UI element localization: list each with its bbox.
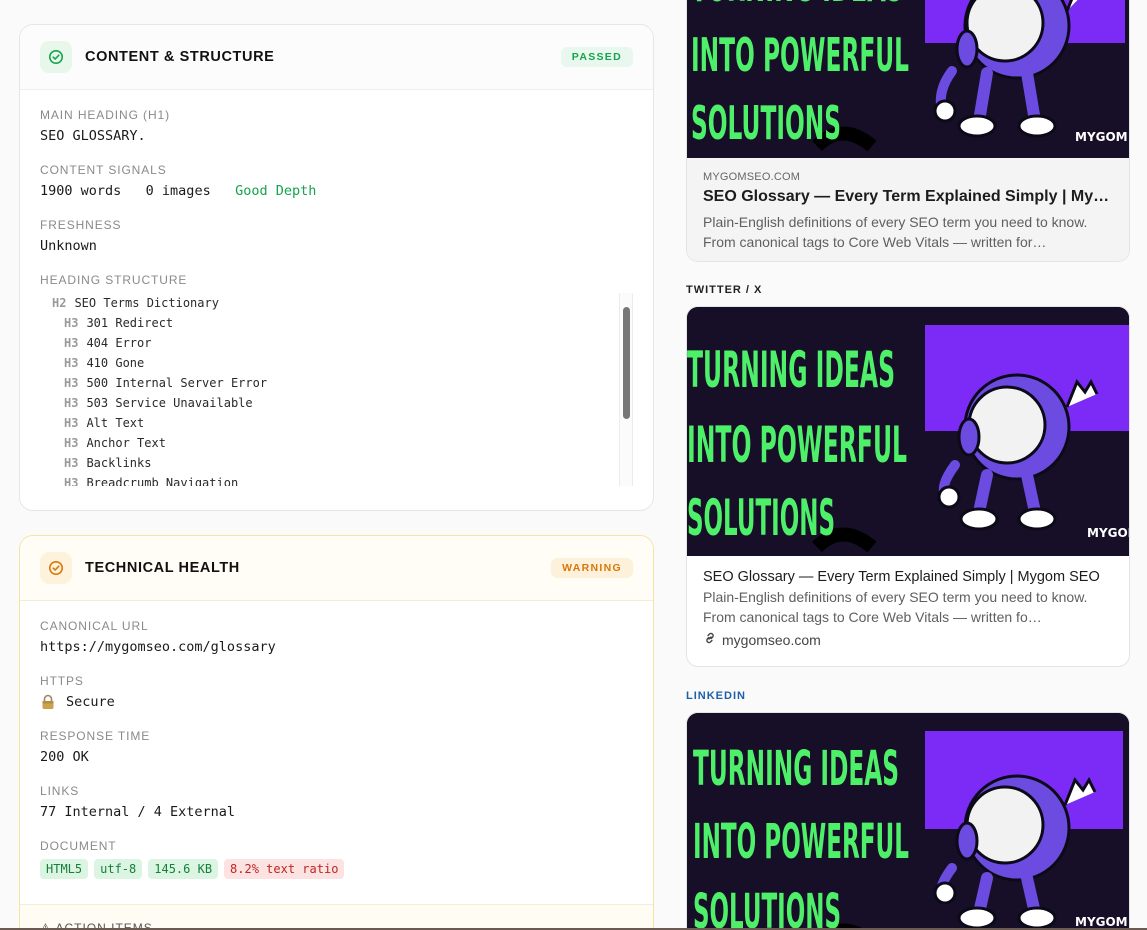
content-card-header[interactable]: CONTENT & STRUCTURE PASSED	[20, 25, 653, 90]
twitter-title: SEO Glossary — Every Term Explained Simp…	[703, 569, 1100, 585]
action-items-header[interactable]: ⚠ ACTION ITEMS	[20, 904, 653, 930]
heading-structure-list[interactable]: H2 SEO Terms Dictionary H3 301 Redirect H3…	[40, 293, 633, 486]
og-description: Plain-English definitions of every SEO t…	[703, 214, 1088, 250]
scrollbar-thumb[interactable]	[623, 307, 630, 419]
banner-illustration: TURNING IDEAS INTO POWERFUL SOLUTIONS MY…	[687, 713, 1129, 930]
heading-item: H3 301 Redirect	[64, 316, 174, 330]
twitter-section-label: TWITTER / X	[686, 284, 763, 296]
response-time-value: 200 OK	[40, 749, 89, 765]
linkedin-banner-image: TURNING IDEAS INTO POWERFUL SOLUTIONS MY…	[687, 713, 1129, 930]
links-label: LINKS	[40, 784, 80, 798]
og-banner-image: TURNING IDEAS INTO POWERFUL SOLUTIONS MY…	[687, 0, 1129, 158]
word-count: 1900 words	[40, 183, 122, 199]
svg-text:MYGOM: MYGOM	[1075, 130, 1128, 144]
svg-text:INTO POWERFUL: INTO POWERFUL	[687, 416, 907, 474]
svg-text:SOLUTIONS: SOLUTIONS	[693, 884, 841, 930]
heading-structure-label: HEADING STRUCTURE	[40, 273, 188, 287]
svg-text:TURNING IDEAS: TURNING IDEAS	[687, 341, 895, 399]
response-time-label: RESPONSE TIME	[40, 729, 151, 743]
heading-item: H3 503 Service Unavailable	[64, 396, 253, 410]
banner-illustration: TURNING IDEAS INTO POWERFUL SOLUTIONS MY…	[687, 307, 1129, 556]
og-domain: MYGOMSEO.COM	[703, 171, 801, 183]
heading-item: H3 Anchor Text	[64, 436, 166, 450]
twitter-banner-image: TURNING IDEAS INTO POWERFUL SOLUTIONS MY…	[687, 307, 1129, 556]
heading-item: H3 Alt Text	[64, 416, 145, 430]
freshness-label: FRESHNESS	[40, 218, 122, 232]
twitter-preview-card[interactable]: TURNING IDEAS INTO POWERFUL SOLUTIONS MY…	[686, 306, 1130, 667]
technical-card-title: TECHNICAL HEALTH	[85, 560, 240, 576]
content-signals-label: CONTENT SIGNALS	[40, 163, 167, 177]
https-label: HTTPS	[40, 674, 84, 688]
technical-health-card: TECHNICAL HEALTH WARNING CANONICAL URL h…	[19, 535, 654, 930]
doc-size-badge: 145.6 KB	[148, 859, 219, 879]
svg-text:SOLUTIONS: SOLUTIONS	[687, 489, 835, 547]
facebook-caption: MYGOMSEO.COM SEO Glossary — Every Term E…	[687, 158, 1129, 261]
svg-text:MYGOM: MYGOM	[1087, 526, 1129, 540]
content-card-title: CONTENT & STRUCTURE	[85, 49, 275, 65]
linkedin-preview-card[interactable]: TURNING IDEAS INTO POWERFUL SOLUTIONS MY…	[686, 712, 1130, 930]
facebook-preview-card[interactable]: TURNING IDEAS INTO POWERFUL SOLUTIONS MY…	[686, 0, 1130, 262]
image-count: 0 images	[145, 183, 211, 199]
technical-card-header[interactable]: TECHNICAL HEALTH WARNING	[20, 536, 653, 601]
svg-text:TURNING IDEAS: TURNING IDEAS	[693, 741, 899, 797]
content-signals-value: 1900 words 0 images Good Depth	[40, 183, 633, 199]
twitter-description: Plain-English definitions of every SEO t…	[703, 589, 1088, 625]
content-structure-card: CONTENT & STRUCTURE PASSED MAIN HEADING …	[19, 24, 654, 511]
linkedin-section-label: LINKEDIN	[686, 690, 746, 702]
main-heading-value: SEO GLOSSARY.	[40, 128, 146, 144]
twitter-caption: SEO Glossary — Every Term Explained Simp…	[687, 556, 1129, 661]
status-badge-passed: PASSED	[560, 47, 633, 67]
document-label: DOCUMENT	[40, 839, 117, 853]
heading-item: H3 500 Internal Server Error	[64, 376, 268, 390]
doc-html-badge: HTML5	[40, 859, 89, 879]
svg-text:SOLUTIONS: SOLUTIONS	[691, 96, 841, 150]
doc-charset-badge: utf-8	[94, 859, 143, 879]
heading-item: H2 SEO Terms Dictionary	[52, 296, 219, 310]
freshness-value: Unknown	[40, 238, 97, 254]
https-value: Secure	[40, 694, 633, 710]
doc-text-ratio-badge: 8.2% text ratio	[224, 859, 345, 879]
canonical-value: https://mygomseo.com/glossary	[40, 639, 276, 655]
link-icon	[703, 631, 717, 648]
twitter-domain: mygomseo.com	[703, 631, 1113, 648]
check-circle-icon	[40, 41, 72, 73]
status-badge-warning: WARNING	[551, 558, 633, 578]
heading-scrollbar[interactable]	[619, 293, 633, 486]
document-pills: HTML5 utf-8 145.6 KB 8.2% text ratio	[40, 859, 633, 879]
links-value: 77 Internal / 4 External	[40, 804, 236, 820]
heading-item: H3 Backlinks	[64, 456, 152, 470]
svg-text:MYGOM: MYGOM	[1075, 915, 1128, 929]
heading-item: H3 Breadcrumb Navigation	[64, 476, 239, 486]
svg-text:INTO POWERFUL: INTO POWERFUL	[691, 28, 909, 82]
warning-circle-icon	[40, 552, 72, 584]
svg-text:INTO POWERFUL: INTO POWERFUL	[693, 814, 909, 870]
lock-icon	[40, 694, 56, 710]
og-title: SEO Glossary — Every Term Explained Simp…	[703, 188, 1113, 205]
heading-item: H3 404 Error	[64, 336, 152, 350]
main-heading-label: MAIN HEADING (H1)	[40, 108, 170, 122]
banner-illustration: TURNING IDEAS INTO POWERFUL SOLUTIONS MY…	[687, 0, 1129, 158]
depth-indicator: Good Depth	[235, 183, 317, 199]
svg-text:TURNING IDEAS: TURNING IDEAS	[691, 0, 903, 12]
heading-item: H3 410 Gone	[64, 356, 145, 370]
canonical-label: CANONICAL URL	[40, 619, 149, 633]
